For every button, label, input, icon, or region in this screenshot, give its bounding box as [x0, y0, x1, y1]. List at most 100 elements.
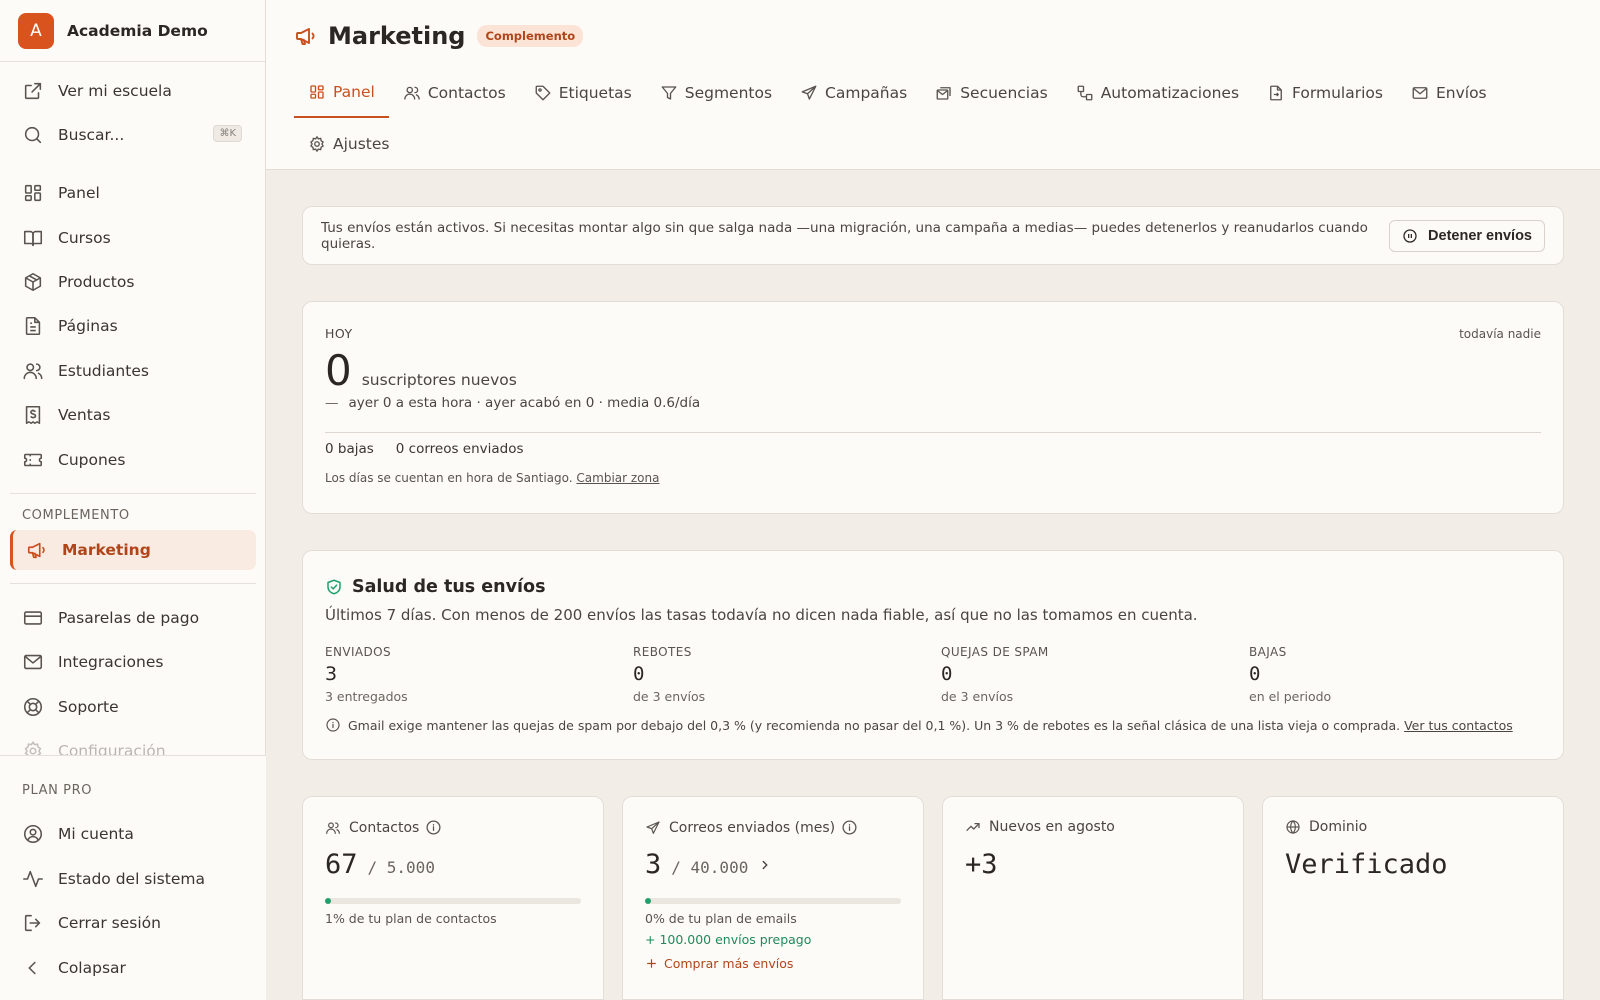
- tab-settings[interactable]: Ajustes: [294, 119, 404, 169]
- new-this-month-card: Nuevos en agosto +3: [942, 796, 1244, 1000]
- search-icon: [24, 126, 42, 144]
- megaphone-icon: [296, 28, 315, 45]
- divider: [325, 432, 1541, 433]
- buy-more-sends-link[interactable]: Comprar más envíos: [645, 956, 793, 971]
- chevron-left-icon: [28, 961, 36, 975]
- tab-sends[interactable]: Envíos: [1397, 68, 1501, 118]
- sidebar-item-label: Cupones: [58, 451, 126, 469]
- tab-sequences[interactable]: Secuencias: [921, 68, 1061, 118]
- tab-panel[interactable]: Panel: [294, 68, 389, 118]
- stat-label: BAJAS: [1249, 645, 1287, 659]
- sidebar-item-label: Soporte: [58, 698, 119, 716]
- sidebar-item-integrations[interactable]: Integraciones: [10, 642, 256, 682]
- tag-icon: [535, 85, 551, 101]
- tab-label: Envíos: [1435, 84, 1487, 102]
- pause-sending-button[interactable]: Detener envíos: [1389, 219, 1545, 252]
- notice-text: Tus envíos están activos. Si necesitas m…: [321, 219, 1368, 252]
- info-icon[interactable]: [841, 819, 858, 836]
- stat-value: 0: [1249, 663, 1261, 685]
- buy-more-label: Comprar más envíos: [664, 956, 794, 971]
- external-link-icon: [24, 82, 42, 100]
- plus-icon: [647, 959, 656, 968]
- search-shortcut: ⌘K: [213, 125, 242, 142]
- megaphone-icon: [27, 542, 45, 559]
- ticket-icon: [23, 453, 43, 467]
- view-contacts-link[interactable]: Ver tus contactos: [1404, 718, 1513, 733]
- sidebar-collapse-button[interactable]: Colapsar: [10, 948, 256, 988]
- sidebar-item-logout[interactable]: Cerrar sesión: [10, 903, 256, 943]
- emails-sent-card: Correos enviados (mes) 3 / 40.000 0% de …: [622, 796, 924, 1000]
- timezone-note: Los días se cuentan en hora de Santiago.: [325, 471, 573, 485]
- file-text-icon: [25, 316, 41, 336]
- stat-value: 3: [325, 663, 338, 685]
- sidebar-item-support[interactable]: Soporte: [10, 687, 256, 727]
- brand[interactable]: A Academia Demo: [0, 0, 265, 62]
- stack-mail-icon: [936, 87, 951, 100]
- tab-bar-second-row: Ajustes: [294, 119, 404, 169]
- sidebar-item-panel[interactable]: Panel: [10, 173, 256, 213]
- sidebar-item-payment-gateways[interactable]: Pasarelas de pago: [10, 598, 256, 638]
- sidebar-item-coupons[interactable]: Cupones: [10, 440, 256, 480]
- stat-sub: 3 entregados: [325, 689, 408, 704]
- users-icon: [404, 86, 420, 100]
- contacts-card: Contactos 67 / 5.000 1% de tu plan de co…: [302, 796, 604, 1000]
- tab-label: Etiquetas: [558, 84, 632, 102]
- tab-forms[interactable]: Formularios: [1253, 68, 1397, 118]
- sidebar-item-my-account[interactable]: Mi cuenta: [10, 814, 256, 854]
- sidebar-item-label: Cerrar sesión: [58, 914, 161, 932]
- sidebar-item-sales[interactable]: Ventas: [10, 395, 256, 435]
- sidebar-item-marketing[interactable]: Marketing: [10, 530, 256, 570]
- emails-sent-today: 0 correos enviados: [395, 441, 524, 457]
- domain-card-title: Dominio: [1309, 819, 1368, 835]
- stat-label: QUEJAS DE SPAM: [941, 645, 1049, 659]
- stat-label: ENVIADOS: [325, 645, 392, 659]
- tab-automations[interactable]: Automatizaciones: [1062, 68, 1253, 118]
- dashboard-icon: [310, 85, 324, 99]
- search-button[interactable]: Buscar... ⌘K: [10, 115, 256, 155]
- tab-label: Panel: [333, 83, 375, 101]
- info-icon[interactable]: [425, 819, 442, 836]
- new-subscribers-count: 0: [325, 346, 352, 395]
- view-school-link[interactable]: Ver mi escuela: [10, 71, 256, 111]
- sidebar-item-label: Panel: [58, 184, 100, 202]
- brand-logo: A: [18, 12, 54, 49]
- sidebar-item-students[interactable]: Estudiantes: [10, 351, 256, 391]
- search-label: Buscar...: [58, 126, 125, 144]
- change-timezone-link[interactable]: Cambiar zona: [576, 471, 659, 485]
- pause-sending-label: Detener envíos: [1428, 227, 1532, 244]
- health-footnote: Gmail exige mantener las quejas de spam …: [348, 717, 1401, 733]
- new-subscribers-month: +3: [965, 849, 998, 880]
- sidebar-item-system-status[interactable]: Estado del sistema: [10, 859, 256, 899]
- tab-contacts[interactable]: Contactos: [389, 68, 520, 118]
- page-header: Marketing Complemento Panel Contactos Et…: [266, 0, 1600, 170]
- unsubscribes-today: 0 bajas: [325, 441, 374, 457]
- sidebar-account-section: PLAN PRO Mi cuenta Estado del sistema Ce…: [0, 755, 266, 1000]
- sidebar-item-courses[interactable]: Cursos: [10, 218, 256, 258]
- sidebar: A Academia Demo Ver mi escuela Buscar...…: [0, 0, 266, 1000]
- sidebar-item-products[interactable]: Productos: [10, 262, 256, 302]
- credit-card-icon: [23, 611, 43, 625]
- sending-health-card: Salud de tus envíos Últimos 7 días. Con …: [302, 550, 1564, 760]
- receipt-icon: [25, 405, 41, 425]
- today-status: todavía nadie: [1459, 327, 1541, 341]
- lifebuoy-icon: [23, 697, 43, 717]
- tab-segments[interactable]: Segmentos: [646, 68, 786, 118]
- chevron-right-icon[interactable]: [758, 858, 772, 872]
- sidebar-item-label: Colapsar: [58, 959, 126, 977]
- page-title: Marketing: [328, 22, 466, 50]
- sidebar-item-pages[interactable]: Páginas: [10, 306, 256, 346]
- tab-tags[interactable]: Etiquetas: [520, 68, 646, 118]
- emails-limit: / 40.000: [671, 858, 749, 877]
- contacts-limit: / 5.000: [367, 858, 435, 877]
- user-circle-icon: [23, 824, 43, 844]
- domain-card: Dominio Verificado: [1262, 796, 1564, 1000]
- emails-progress-fill: [645, 898, 651, 904]
- emails-card-title: Correos enviados (mes): [669, 819, 836, 836]
- health-subtitle: Últimos 7 días. Con menos de 200 envíos …: [325, 606, 1198, 624]
- sidebar-addon-heading: COMPLEMENTO: [22, 508, 130, 523]
- tab-campaigns[interactable]: Campañas: [786, 68, 921, 118]
- tab-label: Secuencias: [960, 84, 1048, 102]
- sidebar-divider: [10, 583, 256, 584]
- sidebar-item-label: Mi cuenta: [58, 825, 134, 843]
- contacts-card-title: Contactos: [349, 819, 420, 836]
